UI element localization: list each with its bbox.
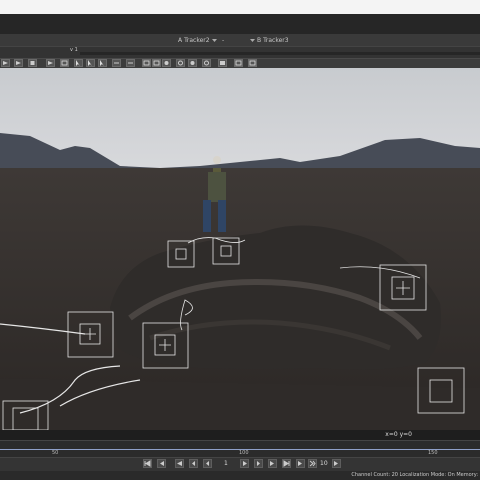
tool-button-13[interactable] (162, 59, 171, 67)
tracker-separator: - (222, 36, 225, 44)
view-channel[interactable]: v 1 (70, 47, 78, 53)
chevron-down-icon (211, 38, 217, 43)
tool-button-14[interactable] (176, 59, 185, 67)
tracker-b-select[interactable]: B Tracker3 (250, 35, 289, 45)
timeline-label-150: 150 (428, 450, 438, 456)
tracker-a-label: Tracker2 (184, 36, 210, 44)
next-frame-button[interactable] (254, 459, 263, 468)
current-frame-field[interactable]: 1 (224, 460, 228, 467)
tracker-bar (0, 34, 480, 46)
gain-slider[interactable] (80, 52, 480, 55)
tool-button-19[interactable] (248, 59, 257, 67)
title-strip (0, 0, 480, 14)
tracker-b-prefix: B (257, 36, 262, 44)
viewer-header (0, 14, 480, 35)
timeline-label-50: 50 (52, 450, 59, 456)
next-key-button[interactable] (268, 459, 277, 468)
coordinate-readout-bar: x=0 y=0 (0, 430, 480, 440)
tool-button-18[interactable] (234, 59, 243, 67)
prev-key-button[interactable] (157, 459, 166, 468)
video-viewer[interactable] (0, 68, 480, 430)
coordinate-readout: x=0 y=0 (385, 431, 412, 438)
step-size-button[interactable] (308, 459, 317, 468)
tracker-a-select[interactable]: A Tracker2 (178, 35, 217, 45)
tool-button-10[interactable] (126, 59, 135, 67)
timeline-label-100: 100 (239, 450, 249, 456)
arrow-icon[interactable] (74, 59, 83, 67)
status-text: Channel Count: 20 Localization Mode: On … (351, 472, 478, 478)
tool-button-17[interactable] (218, 59, 227, 67)
play-backward-button[interactable] (175, 459, 184, 468)
step-back-button[interactable] (203, 459, 212, 468)
step-size-field[interactable]: 10 (320, 460, 328, 467)
chevron-down-icon (250, 38, 255, 43)
arrow-icon[interactable] (98, 59, 107, 67)
tool-button-9[interactable] (112, 59, 121, 67)
tracker-b-label: Tracker3 (263, 36, 289, 44)
tool-button-3[interactable] (28, 59, 37, 67)
tool-button-4[interactable] (46, 59, 55, 67)
tool-button-1[interactable] (1, 59, 10, 67)
tool-button-11[interactable] (142, 59, 151, 67)
tool-button-15[interactable] (188, 59, 197, 67)
tracker-a-prefix: A (178, 36, 183, 44)
tool-button-2[interactable] (14, 59, 23, 67)
last-frame-button[interactable] (296, 459, 305, 468)
first-frame-button[interactable] (143, 459, 152, 468)
play-forward-button[interactable] (282, 459, 291, 468)
tool-button-5[interactable] (60, 59, 69, 67)
arrow-icon[interactable] (86, 59, 95, 67)
step-forward-button[interactable] (332, 459, 341, 468)
status-bar: Channel Count: 20 Localization Mode: On … (0, 471, 480, 480)
tool-button-16[interactable] (202, 59, 211, 67)
prev-frame-button[interactable] (189, 459, 198, 468)
tool-button-12[interactable] (152, 59, 161, 67)
play-icon[interactable] (240, 459, 249, 468)
